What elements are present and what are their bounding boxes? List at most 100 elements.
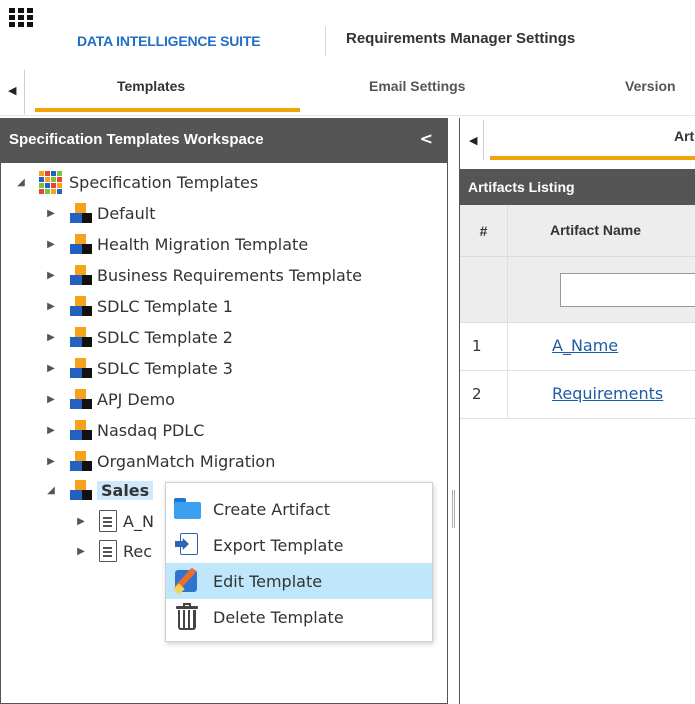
tree-item-default[interactable]: ▶ Default	[45, 198, 155, 228]
tree-item-nasdaq-pdlc[interactable]: ▶ Nasdaq PDLC	[45, 415, 204, 445]
column-header-number[interactable]: #	[460, 205, 508, 257]
template-folder-icon	[69, 388, 93, 410]
tabs-divider	[24, 70, 25, 114]
tree-item-label: OrganMatch Migration	[97, 451, 276, 471]
tree-item-business-requirements[interactable]: ▶ Business Requirements Template	[45, 260, 362, 290]
tabs-scroll-left-icon[interactable]: ◀	[8, 84, 16, 97]
tree-item-organmatch-migration[interactable]: ▶ OrganMatch Migration	[45, 446, 275, 476]
table-row: 1 A_Name	[460, 323, 695, 371]
brand-name[interactable]: DATA INTELLIGENCE SUITE	[77, 33, 261, 49]
artifacts-filter-row	[460, 257, 695, 323]
template-folder-icon	[69, 233, 93, 255]
menu-item-label: Export Template	[213, 535, 344, 555]
artifacts-listing-title: Artifacts Listing	[468, 179, 575, 195]
tree-child-artifact[interactable]: ▶ A_N	[75, 506, 154, 536]
tree-item-label: SDLC Template 1	[97, 296, 233, 316]
tree-child-label: Rec	[123, 541, 153, 561]
panel-resize-handle[interactable]	[452, 490, 455, 528]
collapsed-arrow-icon[interactable]: ▶	[45, 363, 57, 374]
menu-item-edit-template[interactable]: Edit Template	[166, 563, 432, 599]
tree-root-label: Specification Templates	[69, 172, 259, 192]
collapsed-arrow-icon[interactable]: ▶	[45, 270, 57, 281]
tab-artifacts[interactable]: Artifa	[674, 128, 695, 144]
document-icon	[99, 540, 117, 562]
tree-item-health-migration[interactable]: ▶ Health Migration Template	[45, 229, 308, 259]
app-launcher-grid-icon[interactable]	[9, 8, 35, 30]
table-row: 2 Requirements	[460, 371, 695, 419]
tree-item-label: Health Migration Template	[97, 234, 309, 254]
collapsed-arrow-icon[interactable]: ▶	[75, 516, 87, 527]
tree-item-label: Nasdaq PDLC	[97, 420, 205, 440]
tabs-scroll-left-icon[interactable]: ◀	[469, 134, 477, 147]
row-number: 1	[460, 323, 508, 371]
template-folder-icon	[69, 264, 93, 286]
artifact-name-filter-input[interactable]	[560, 273, 695, 307]
template-folder-icon	[69, 419, 93, 441]
collapsed-arrow-icon[interactable]: ▶	[45, 456, 57, 467]
template-folder-icon	[69, 202, 93, 224]
collapsed-arrow-icon[interactable]: ▶	[45, 425, 57, 436]
top-header: DATA INTELLIGENCE SUITE Requirements Man…	[0, 0, 695, 70]
header-divider	[325, 26, 326, 56]
tabs-divider	[483, 120, 484, 160]
menu-item-label: Create Artifact	[213, 499, 330, 519]
menu-item-export-template[interactable]: Export Template	[166, 527, 432, 563]
tree-item-sales[interactable]: ◢ Sales	[45, 475, 154, 505]
artifacts-panel: ◀ Artifa Artifacts Listing # Artifact Na…	[459, 118, 695, 704]
tree-item-apj-demo[interactable]: ▶ APJ Demo	[45, 384, 175, 414]
column-header-artifact-name[interactable]: Artifact Name	[550, 222, 641, 238]
collapse-panel-icon[interactable]: <	[420, 129, 433, 148]
tree-item-label: Business Requirements Template	[97, 265, 362, 285]
edit-icon	[173, 567, 201, 595]
template-folder-icon	[69, 479, 93, 501]
menu-item-create-artifact[interactable]: Create Artifact	[166, 491, 432, 527]
templates-grid-icon	[39, 171, 63, 194]
collapsed-arrow-icon[interactable]: ▶	[75, 546, 87, 557]
tree-item-label: Default	[97, 203, 156, 223]
collapsed-arrow-icon[interactable]: ▶	[45, 332, 57, 343]
filter-cell-number	[460, 257, 508, 323]
artifacts-table-header: # Artifact Name	[460, 205, 695, 257]
export-icon	[173, 531, 201, 559]
tab-version[interactable]: Version	[625, 78, 676, 94]
menu-item-delete-template[interactable]: Delete Template	[166, 599, 432, 635]
tree-item-label: SDLC Template 3	[97, 358, 233, 378]
tree-item-sdlc-1[interactable]: ▶ SDLC Template 1	[45, 291, 233, 321]
folder-icon	[173, 495, 201, 523]
artifact-name-link[interactable]: Requirements	[552, 384, 663, 403]
tabs-bottom-border	[0, 115, 695, 116]
template-context-menu: Create Artifact Export Template Edit Tem…	[165, 482, 433, 642]
tree-root[interactable]: ◢ Specification Templates	[15, 167, 258, 197]
artifacts-tabs: ◀ Artifa	[460, 118, 695, 162]
menu-item-label: Edit Template	[213, 571, 323, 591]
tab-templates[interactable]: Templates	[117, 78, 185, 94]
template-folder-icon	[69, 326, 93, 348]
expanded-arrow-icon[interactable]: ◢	[15, 177, 27, 188]
template-folder-icon	[69, 295, 93, 317]
trash-icon	[173, 603, 201, 631]
active-tab-indicator	[490, 156, 695, 160]
template-folder-icon	[69, 450, 93, 472]
workspace-title: Specification Templates Workspace	[9, 131, 264, 148]
collapsed-arrow-icon[interactable]: ▶	[45, 208, 57, 219]
tree-child-artifact[interactable]: ▶ Rec	[75, 536, 152, 566]
tree-item-sdlc-3[interactable]: ▶ SDLC Template 3	[45, 353, 233, 383]
expanded-arrow-icon[interactable]: ◢	[45, 485, 57, 496]
tree-item-label: SDLC Template 2	[97, 327, 233, 347]
workspace-header: Specification Templates Workspace <	[1, 118, 447, 163]
collapsed-arrow-icon[interactable]: ▶	[45, 301, 57, 312]
artifact-name-link[interactable]: A_Name	[552, 336, 618, 355]
artifacts-listing-header: Artifacts Listing	[460, 169, 695, 205]
page-title: Requirements Manager Settings	[346, 30, 576, 47]
collapsed-arrow-icon[interactable]: ▶	[45, 239, 57, 250]
tab-email-settings[interactable]: Email Settings	[369, 78, 465, 94]
collapsed-arrow-icon[interactable]: ▶	[45, 394, 57, 405]
template-folder-icon	[69, 357, 93, 379]
menu-item-label: Delete Template	[213, 607, 344, 627]
settings-tabs: ◀ Templates Email Settings Version	[0, 70, 695, 116]
tree-item-sdlc-2[interactable]: ▶ SDLC Template 2	[45, 322, 233, 352]
tree-item-label: APJ Demo	[97, 389, 175, 409]
tree-item-label-selected: Sales	[97, 480, 154, 500]
tree-child-label: A_N	[123, 511, 154, 531]
document-icon	[99, 510, 117, 532]
